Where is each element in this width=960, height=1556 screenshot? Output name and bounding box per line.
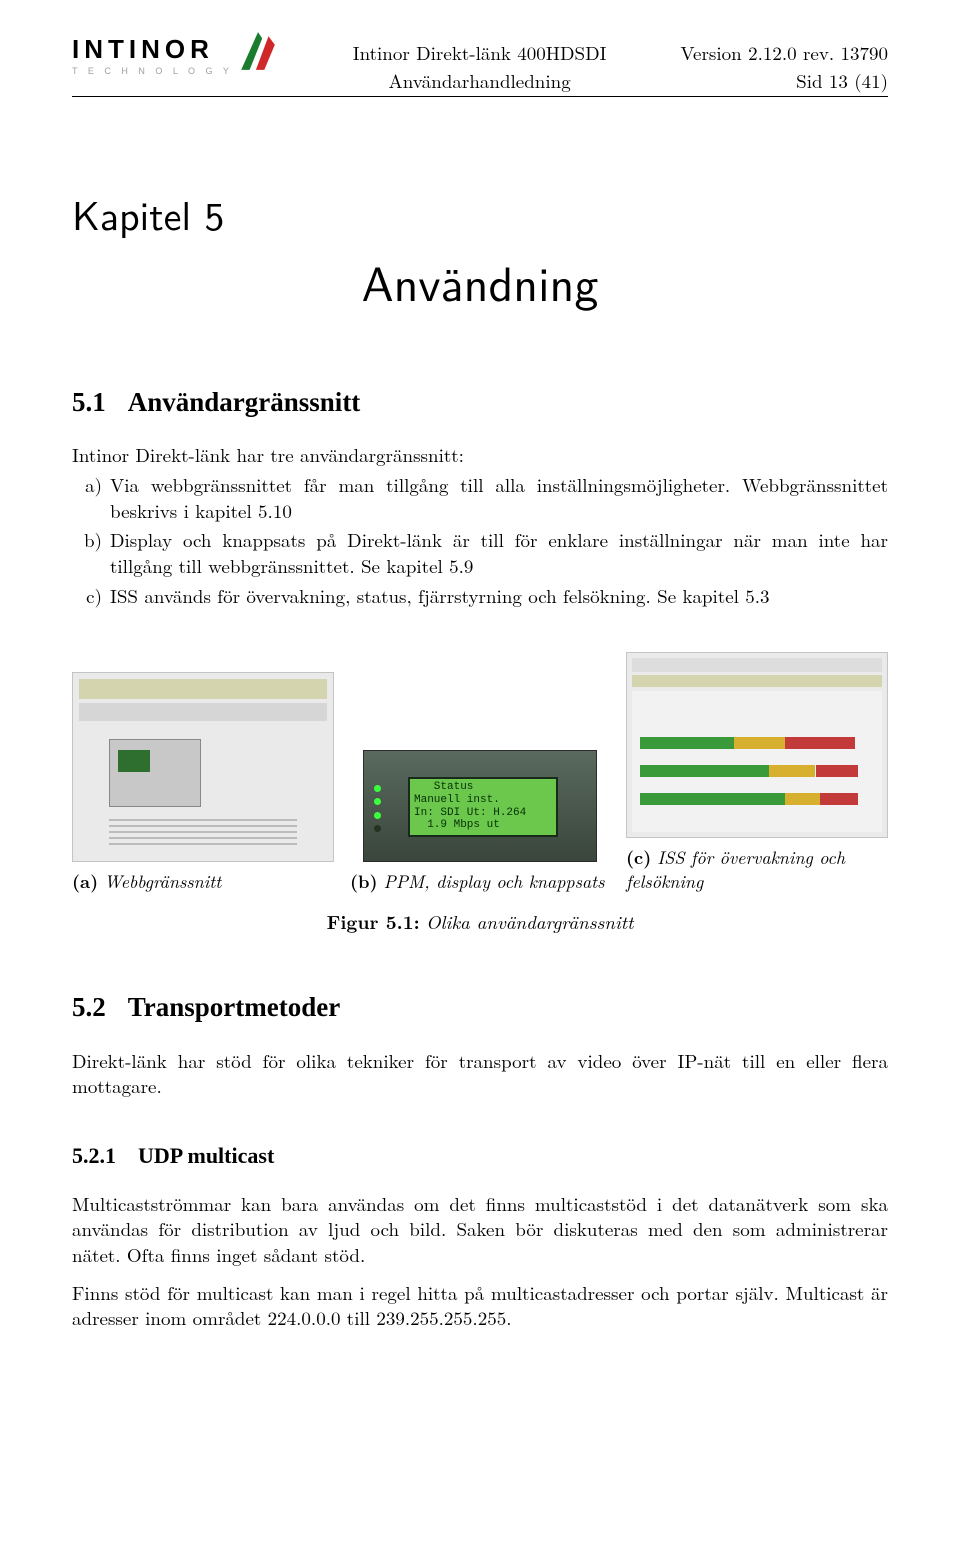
section-title: Användargränssnitt [128, 387, 361, 417]
list-marker: c) [72, 583, 110, 609]
subsection-number: 5.2.1 [72, 1143, 116, 1168]
figure-c-cell: (c) ISS för övervakning och felsökning [626, 652, 888, 895]
list-item: a) Via webbgränssnittet får man tillgång… [72, 472, 888, 523]
section-5-2-1-heading: 5.2.1 UDP multicast [72, 1141, 888, 1171]
lcd-text: Status Manuell inst. In: SDI Ut: H.264 1… [408, 777, 558, 837]
section-5-2-1-para2: Finns stöd för multicast kan man i regel… [72, 1280, 888, 1331]
section-5-2-heading: 5.2 Transportmetoder [72, 989, 888, 1025]
figure-b-cell: Status Manuell inst. In: SDI Ut: H.264 1… [350, 750, 610, 894]
logo: INTINOR T E C H N O L O G Y [72, 36, 279, 78]
list-marker: a) [72, 472, 110, 523]
version-line: Version 2.12.0 rev. 13790 [680, 39, 888, 67]
enum-list: a) Via webbgränssnittet får man tillgång… [72, 472, 888, 608]
chapter-title: Användning [72, 249, 888, 314]
header-center: Intinor Direkt-länk 400HDSDI Användarhan… [279, 36, 681, 94]
page-number: Sid 13 (41) [680, 67, 888, 95]
figure-a-caption: (a) Webbgränssnitt [72, 870, 334, 894]
figure-a-image [72, 672, 334, 862]
list-text: Via webbgränssnittet får man tillgång ti… [110, 472, 888, 523]
list-item: c) ISS används för övervakning, status, … [72, 583, 888, 609]
page: INTINOR T E C H N O L O G Y Intinor Dire… [0, 0, 960, 1383]
section-5-1-heading: 5.1 Användargränssnitt [72, 384, 888, 420]
figure-c-caption: (c) ISS för övervakning och felsökning [626, 846, 888, 895]
figure-c-image [626, 652, 888, 838]
subsection-title: UDP multicast [138, 1143, 274, 1168]
header-right: Version 2.12.0 rev. 13790 Sid 13 (41) [680, 36, 888, 94]
logo-sub: T E C H N O L O G Y [72, 65, 233, 77]
section-5-2-1-para1: Multicastströmmar kan bara användas om d… [72, 1191, 888, 1268]
logo-word: INTINOR [72, 36, 214, 62]
figure-a-cell: (a) Webbgränssnitt [72, 672, 334, 894]
section-number: 5.1 [72, 387, 106, 417]
document-header: INTINOR T E C H N O L O G Y Intinor Dire… [72, 36, 888, 97]
figure-row: (a) Webbgränssnitt Status Manuell inst. … [72, 652, 888, 895]
section-5-2-para: Direkt-länk har stöd för olika tekniker … [72, 1048, 888, 1099]
doc-subtitle: Användarhandledning [279, 67, 681, 95]
section-number: 5.2 [72, 992, 106, 1022]
section-title: Transportmetoder [128, 992, 340, 1022]
section-5-1-intro: Intinor Direkt-länk har tre användargrän… [72, 442, 888, 468]
list-text: Display och knappsats på Direkt-länk är … [110, 527, 888, 578]
list-item: b) Display och knappsats på Direkt-länk … [72, 527, 888, 578]
figure-b-image: Status Manuell inst. In: SDI Ut: H.264 1… [363, 750, 597, 862]
doc-title: Intinor Direkt-länk 400HDSDI [279, 39, 681, 67]
list-text: ISS används för övervakning, status, fjä… [110, 583, 888, 609]
logo-mark-icon [237, 36, 279, 78]
list-marker: b) [72, 527, 110, 578]
chapter-label: Kapitel 5 [72, 187, 888, 241]
figure-master-caption: Figur 5.1: Olika användargränssnitt [72, 909, 888, 935]
figure-b-caption: (b) PPM, display och knappsats [350, 870, 610, 894]
